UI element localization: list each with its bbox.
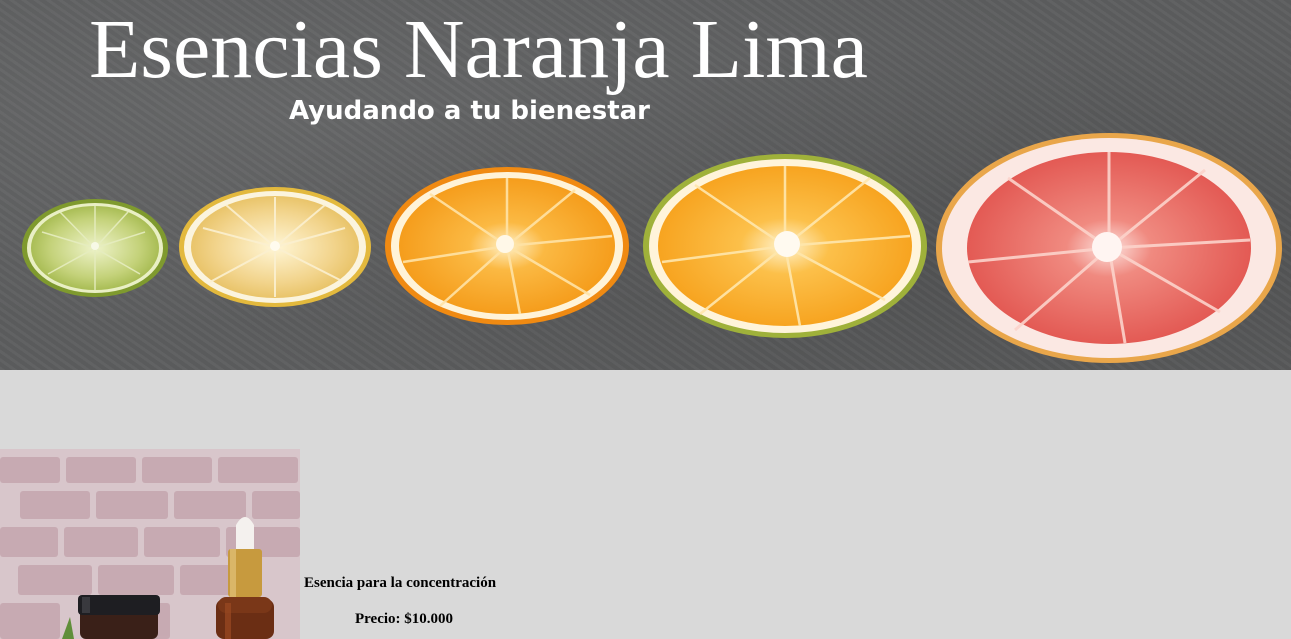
orange-slice	[643, 154, 927, 338]
hero-banner: Esencias Naranja Lima Ayudando a tu bien…	[0, 0, 1291, 370]
lemon-slice	[179, 187, 371, 307]
lime-slice	[22, 199, 168, 297]
product-name: Esencia para la concentración	[304, 575, 497, 591]
product-image	[0, 449, 300, 639]
product-price: Precio: $10.000	[355, 611, 454, 627]
product-card	[0, 449, 620, 639]
grapefruit-slice	[936, 133, 1282, 363]
orange-slice	[385, 167, 629, 325]
site-title: Esencias Naranja Lima	[89, 3, 868, 96]
site-subtitle: Ayudando a tu bienestar	[289, 96, 651, 126]
essential-oil-bottles-image	[0, 449, 300, 639]
